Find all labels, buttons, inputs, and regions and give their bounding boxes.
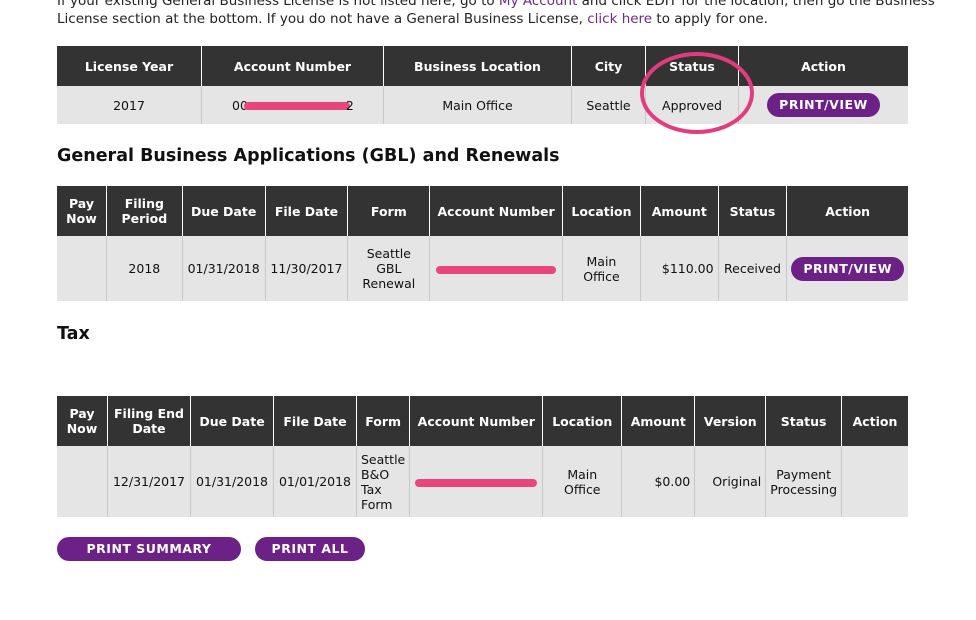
- form-name: Seattle GBL Renewal: [347, 236, 431, 301]
- col-version: Version: [694, 396, 767, 446]
- col-status: Status: [765, 396, 843, 446]
- col-status: Status: [645, 46, 739, 86]
- tax-table: Pay Now Filing End Date Due Date File Da…: [57, 396, 908, 517]
- col-location: Location: [562, 186, 641, 236]
- location: Main Office: [542, 446, 623, 517]
- intro-line1-pre: If your existing General Business Licens…: [57, 0, 499, 9]
- filing-end-date: 12/31/2017: [107, 446, 191, 517]
- pay-now-cell: [57, 446, 108, 517]
- file-date: 11/30/2017: [265, 236, 349, 301]
- col-account-number: Account Number: [409, 396, 544, 446]
- gbl-table-header: Pay Now Filing Period Due Date File Date…: [57, 186, 908, 236]
- redaction-mark: [436, 265, 557, 274]
- col-pay-now: Pay Now: [57, 396, 108, 446]
- redaction-mark: [415, 478, 538, 487]
- col-filing-period: Filing Period: [106, 186, 183, 236]
- location: Main Office: [562, 236, 641, 301]
- license-table: License Year Account Number Business Loc…: [57, 46, 908, 124]
- account-number-redacted: [429, 236, 563, 301]
- action-cell: [841, 446, 908, 517]
- col-pay-now: Pay Now: [57, 186, 107, 236]
- amount: $0.00: [621, 446, 696, 517]
- intro-line1-post: and click EDIT for the location, then go…: [577, 0, 935, 9]
- col-business-location: Business Location: [383, 46, 572, 86]
- license-table-header: License Year Account Number Business Loc…: [57, 46, 908, 86]
- amount: $110.00: [640, 236, 719, 301]
- status-badge: Received: [718, 236, 788, 301]
- tax-section-title: Tax: [57, 324, 90, 344]
- col-file-date: File Date: [265, 186, 349, 236]
- redaction-mark: [243, 102, 350, 110]
- action-cell: PRINT/VIEW: [786, 236, 908, 301]
- intro-text: If your existing General Business Licens…: [57, 0, 937, 28]
- col-action: Action: [841, 396, 908, 446]
- form-name: Seattle B&O Tax Form: [356, 446, 411, 517]
- col-amount: Amount: [621, 396, 696, 446]
- col-action: Action: [738, 46, 908, 86]
- action-cell: PRINT/VIEW: [738, 86, 908, 124]
- click-here-link[interactable]: click here: [587, 11, 652, 27]
- status-badge: Payment Processing: [765, 446, 843, 517]
- col-account-number: Account Number: [201, 46, 384, 86]
- business-location: Main Office: [383, 86, 572, 124]
- col-action: Action: [786, 186, 908, 236]
- city: Seattle: [571, 86, 646, 124]
- col-amount: Amount: [640, 186, 719, 236]
- account-suffix: 2: [345, 97, 354, 113]
- gbl-section-title: General Business Applications (GBL) and …: [57, 146, 560, 166]
- col-location: Location: [542, 396, 623, 446]
- print-view-button[interactable]: PRINT/VIEW: [767, 93, 880, 117]
- due-date: 01/31/2018: [190, 446, 274, 517]
- account-number-redacted: [409, 446, 544, 517]
- table-row: 2018 01/31/2018 11/30/2017 Seattle GBL R…: [57, 236, 908, 301]
- col-form: Form: [347, 186, 431, 236]
- version: Original: [694, 446, 767, 517]
- intro-line2-pre: License section at the bottom. If you do…: [57, 11, 588, 27]
- col-form: Form: [356, 396, 411, 446]
- col-due-date: Due Date: [182, 186, 266, 236]
- intro-line2-post: to apply for one.: [652, 11, 768, 27]
- col-due-date: Due Date: [190, 396, 274, 446]
- table-row: 12/31/2017 01/31/2018 01/01/2018 Seattle…: [57, 446, 908, 517]
- status-badge: Approved: [645, 86, 739, 124]
- print-view-button[interactable]: PRINT/VIEW: [791, 256, 904, 281]
- my-account-link[interactable]: My Account: [499, 0, 577, 9]
- table-row: 2017 00 2 Main Office Seattle Approved PR…: [57, 86, 908, 124]
- print-all-button[interactable]: PRINT ALL: [255, 537, 365, 561]
- col-city: City: [571, 46, 646, 86]
- col-filing-end-date: Filing End Date: [107, 396, 191, 446]
- col-file-date: File Date: [273, 396, 357, 446]
- license-year: 2017: [57, 86, 202, 124]
- print-summary-button[interactable]: PRINT SUMMARY: [57, 537, 241, 561]
- gbl-table: Pay Now Filing Period Due Date File Date…: [57, 186, 908, 301]
- col-status: Status: [718, 186, 788, 236]
- col-license-year: License Year: [57, 46, 202, 86]
- pay-now-cell: [57, 236, 107, 301]
- filing-period: 2018: [106, 236, 183, 301]
- col-account-number: Account Number: [429, 186, 563, 236]
- tax-table-header: Pay Now Filing End Date Due Date File Da…: [57, 396, 908, 446]
- account-number-redacted: 00 2: [201, 86, 384, 124]
- file-date: 01/01/2018: [273, 446, 357, 517]
- due-date: 01/31/2018: [182, 236, 266, 301]
